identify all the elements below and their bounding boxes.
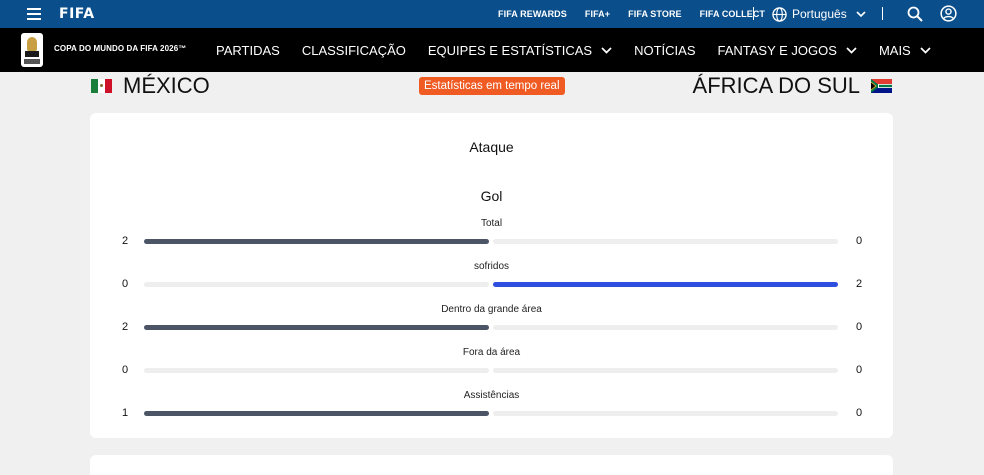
nav-item-noticias[interactable]: NOTÍCIAS [634,43,695,58]
stat-label: sofridos [473,261,509,272]
stat-label: Assistências [463,390,520,401]
world-cup-logo-icon[interactable] [21,33,43,67]
nav-label: NOTÍCIAS [634,42,696,58]
mexico-flag-icon [91,79,112,93]
away-value: 0 [855,364,863,376]
divider [882,7,883,20]
nav-label: CLASSIFICAÇÃO [301,42,406,58]
top-bar: FIFA FIFA REWARDS FIFA+ FIFA STORE FIFA … [0,0,984,28]
stat-row: Dentro da grande área 2 0 [90,304,893,334]
away-value: 0 [855,235,863,247]
home-bar-track [144,411,489,416]
main-nav: COPA DO MUNDO DA FIFA 2026™ PARTIDAS CLA… [0,28,984,72]
stat-label: Dentro da grande área [441,304,542,315]
south-africa-flag-icon [871,79,892,93]
stat-label: Fora da área [462,347,521,358]
home-bar [144,239,489,244]
nav-label: PARTIDAS [216,42,280,58]
home-value: 2 [121,235,129,247]
menu-icon[interactable] [27,8,41,20]
stat-row: sofridos 0 2 [90,261,893,291]
fifa-logo[interactable]: FIFA [59,6,95,22]
nav-item-classificacao[interactable]: CLASSIFICAÇÃO [302,43,406,58]
stat-row: Fora da área 0 0 [90,347,893,377]
next-stats-card [90,455,893,475]
nav-item-equipes[interactable]: EQUIPES E ESTATÍSTICAS [428,43,612,58]
chevron-down-icon [601,46,612,54]
stat-label: Total [480,218,503,229]
chevron-down-icon [846,46,857,54]
away-bar-track [493,368,838,373]
home-team-name[interactable]: MÉXICO [123,73,210,99]
link-fifa-store[interactable]: FIFA STORE [628,9,682,19]
link-fifa-collect[interactable]: FIFA COLLECT [700,9,765,19]
nav-item-partidas[interactable]: PARTIDAS [216,43,280,58]
chevron-down-icon [856,10,866,17]
user-icon[interactable] [940,5,957,22]
away-bar-track [493,411,838,416]
language-selector[interactable]: Português [772,0,866,28]
nav-label: MAIS [878,42,911,58]
tournament-title[interactable]: COPA DO MUNDO DA FIFA 2026™ [54,44,186,53]
home-value: 0 [121,364,129,376]
link-fifa-plus[interactable]: FIFA+ [585,9,610,19]
home-value: 2 [121,321,129,333]
away-bar [493,282,838,287]
nav-item-fantasy[interactable]: FANTASY E JOGOS [718,43,857,58]
away-bar-track [493,325,838,330]
top-links: FIFA REWARDS FIFA+ FIFA STORE FIFA COLLE… [498,0,783,28]
stat-group-title: Gol [480,188,503,204]
home-bar-track [144,325,489,330]
home-value: 0 [121,278,129,290]
section-title: Ataque [469,139,514,155]
live-stats-badge: Estatísticas em tempo real [419,77,565,95]
away-value: 0 [855,321,863,333]
nav-item-mais[interactable]: MAIS [879,43,931,58]
away-team-name[interactable]: ÁFRICA DO SUL [693,73,860,99]
divider [753,7,754,20]
nav-label: FANTASY E JOGOS [717,42,837,58]
away-bar-track [493,239,838,244]
away-value: 0 [855,407,863,419]
nav-label: EQUIPES E ESTATÍSTICAS [427,42,593,58]
away-value: 2 [855,278,863,290]
home-bar-track [144,282,489,287]
nav-items: PARTIDAS CLASSIFICAÇÃO EQUIPES E ESTATÍS… [216,28,953,72]
away-bar-track [493,282,838,287]
link-fifa-rewards[interactable]: FIFA REWARDS [498,9,567,19]
home-value: 1 [121,407,129,419]
attack-stats-card: Ataque Gol Total 2 0 sofridos 0 2 Dentro… [90,113,893,438]
stat-row: Total 2 0 [90,218,893,248]
match-header: MÉXICO Estatísticas em tempo real ÁFRICA… [0,72,984,100]
home-bar-track [144,368,489,373]
home-bar [144,325,489,330]
stat-row: Assistências 1 0 [90,390,893,420]
globe-icon [772,6,787,22]
chevron-down-icon [920,46,931,54]
search-icon[interactable] [907,6,923,22]
language-label: Português [792,7,847,21]
home-bar [144,411,489,416]
home-bar-track [144,239,489,244]
